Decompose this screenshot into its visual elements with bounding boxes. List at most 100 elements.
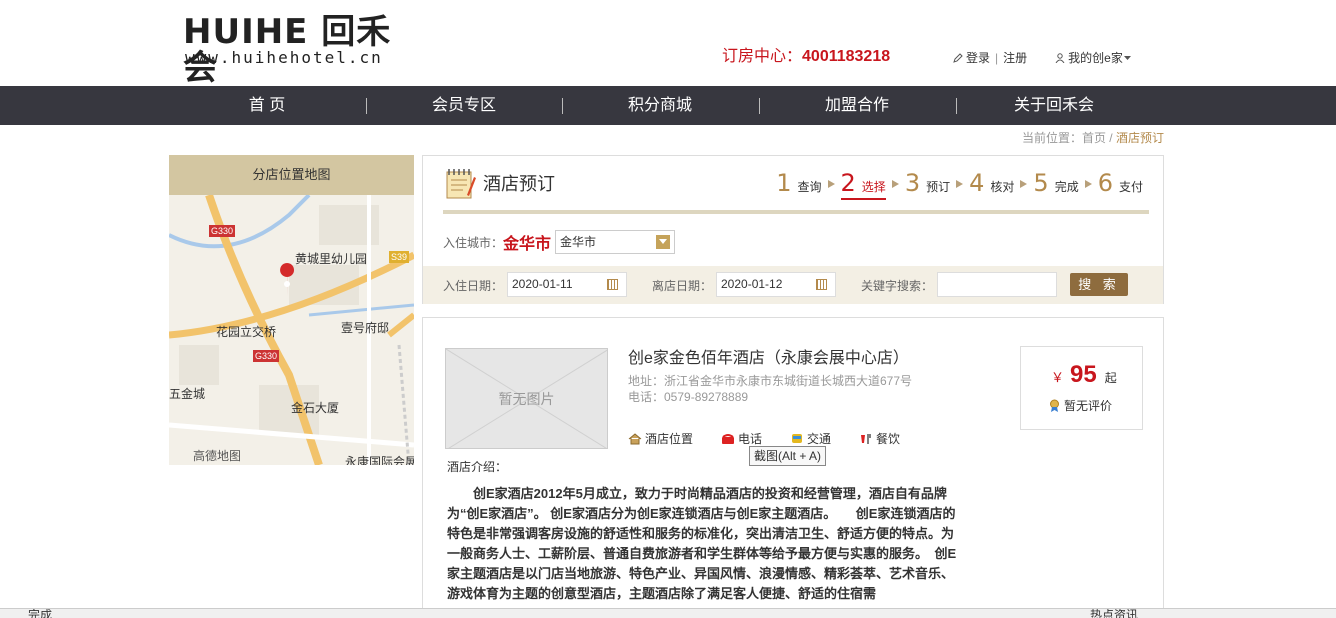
- hotel-location-link[interactable]: 酒店位置: [628, 430, 693, 447]
- rating: 暂无评价: [1049, 397, 1112, 414]
- checkin-date-input[interactable]: 2020-01-11: [507, 272, 627, 297]
- step-number: 1: [776, 169, 792, 197]
- panel-title: 酒店预订: [483, 174, 555, 194]
- calendar-icon[interactable]: [816, 279, 827, 290]
- map-label-jinshi: 金石大厦: [291, 401, 340, 415]
- hotel-card: 暂无图片 创e家金色佰年酒店（永康会展中心店） 地址：浙江省金华市永康市东城街道…: [422, 317, 1164, 618]
- breadcrumb-sep: /: [1105, 131, 1116, 145]
- keyword-label: 关键字搜索：: [861, 279, 934, 293]
- price-currency: ￥: [1051, 370, 1065, 385]
- site-header: HUIHE 回禾会 www.huihehotel.cn 订房中心：4001183…: [0, 0, 1336, 86]
- map-label-kindergarten: 黄城里幼儿园: [295, 252, 368, 266]
- hotel-traffic-link[interactable]: 交通: [790, 430, 831, 447]
- city-select[interactable]: 金华市: [555, 230, 676, 254]
- nav-item-points-mall[interactable]: 积分商城: [562, 86, 758, 125]
- branch-map[interactable]: G330 S39 黄城里幼儿园 花园立交桥 壹号府邸 G330 五金城 金石大厦…: [169, 193, 414, 465]
- checkout-date-value: 2020-01-12: [721, 277, 783, 291]
- caret-down-icon: [1123, 55, 1131, 60]
- my-account-label: 我的创e家: [1068, 51, 1123, 65]
- step-arrow-icon: [827, 180, 835, 188]
- map-label-g330-a: G330: [209, 225, 236, 237]
- hot-news-link[interactable]: 热点资讯: [1090, 609, 1138, 618]
- pencil-icon: [953, 53, 963, 63]
- price-box: ￥ 95 起 暂无评价: [1020, 346, 1143, 430]
- step-number: 6: [1097, 169, 1113, 197]
- map-title: 分店位置地图: [169, 155, 414, 195]
- calendar-icon[interactable]: [607, 279, 618, 290]
- intro-label: 酒店介绍：: [447, 460, 508, 474]
- my-account-menu[interactable]: 我的创e家: [1055, 50, 1131, 66]
- login-link[interactable]: 登录: [966, 50, 990, 66]
- hotel-phone-link[interactable]: 电话: [721, 430, 762, 447]
- booking-step-2: 2 选择: [840, 168, 886, 200]
- nav-item-home[interactable]: 首 页: [169, 86, 365, 125]
- hotel-name[interactable]: 创e家金色佰年酒店（永康会展中心店）: [628, 349, 909, 369]
- city-row: 入住城市： 金华市 金华市: [443, 230, 676, 254]
- breadcrumb-home[interactable]: 首页: [1082, 131, 1106, 145]
- notepad-icon: [446, 169, 476, 199]
- step-label: 核对: [990, 180, 1015, 194]
- map-label-g330-b: G330: [253, 350, 280, 362]
- price: ￥ 95 起: [1051, 361, 1117, 389]
- map-label-fudi: 壹号府邸: [341, 321, 390, 335]
- step-number: 5: [1033, 169, 1049, 197]
- map-label-yongkang-intl: 永康国际会展: [345, 455, 414, 465]
- hotel-address: 地址：浙江省金华市永康市东城街道长城西大道677号: [628, 374, 913, 388]
- step-arrow-icon: [891, 180, 899, 188]
- map-label-amap: 高德地图: [193, 449, 242, 463]
- map-label-interchange: 花园立交桥: [216, 325, 277, 339]
- status-text: 完成: [28, 608, 53, 618]
- main-nav: 首 页 会员专区 积分商城 加盟合作 关于回禾会: [0, 86, 1336, 125]
- booking-step-1: 1 查询: [776, 168, 821, 198]
- browser-status-bar: 完成 热点资讯: [0, 608, 1336, 618]
- site-logo[interactable]: HUIHE 回禾会 www.huihehotel.cn: [183, 14, 413, 86]
- booking-steps: 1 查询 2 选择 3 预订 4 核对 5 完成 6 支付: [770, 168, 1143, 200]
- date-row: 入住日期： 2020-01-11 离店日期： 2020-01-12 关键字搜索：…: [423, 266, 1163, 304]
- phone-icon: [722, 433, 735, 444]
- checkin-date-value: 2020-01-11: [512, 277, 573, 291]
- hotel-search-panel: 酒店预订 1 查询 2 选择 3 预订 4 核对 5 完成 6 支付 入住城市： 金华市 金华市 入住…: [422, 155, 1164, 304]
- search-button[interactable]: 搜 索: [1070, 273, 1128, 296]
- hotel-image-placeholder[interactable]: 暂无图片: [445, 348, 608, 449]
- price-value: 95: [1070, 361, 1097, 388]
- link-divider: |: [995, 51, 999, 65]
- hotel-location-label: 酒店位置: [645, 432, 694, 446]
- title-underline: [443, 210, 1149, 214]
- step-arrow-icon: [1020, 180, 1028, 188]
- step-label: 完成: [1054, 180, 1079, 194]
- step-label: 预订: [926, 180, 951, 194]
- medal-icon: [1050, 399, 1059, 412]
- rating-text: 暂无评价: [1064, 399, 1113, 413]
- screenshot-tooltip: 截图(Alt + A): [749, 446, 827, 466]
- map-label-s39: S39: [389, 251, 410, 263]
- register-link[interactable]: 注册: [1003, 50, 1027, 66]
- city-current: 金华市: [503, 236, 552, 253]
- nav-item-franchise[interactable]: 加盟合作: [759, 86, 955, 125]
- booking-step-6: 6 支付: [1098, 168, 1143, 198]
- user-icon: [1055, 53, 1065, 63]
- nav-item-about[interactable]: 关于回禾会: [956, 86, 1152, 125]
- house-icon: [628, 432, 642, 444]
- hotel-dining-link[interactable]: 餐饮: [859, 430, 900, 447]
- booking-phone: 4001183218: [802, 48, 891, 65]
- booking-step-3: 3 预订: [905, 168, 950, 198]
- nav-item-member[interactable]: 会员专区: [366, 86, 562, 125]
- hotel-phone: 电话：0579-89278889: [628, 390, 749, 404]
- step-label: 选择: [861, 180, 886, 194]
- dining-icon: [861, 433, 871, 444]
- step-number: 4: [969, 169, 985, 197]
- branch-map-panel: 分店位置地图 G330 S39 黄城里幼儿园 花园立交桥 壹号府邸 G330 五…: [169, 155, 414, 465]
- booking-label: 订房中心：: [722, 48, 803, 65]
- price-suffix: 起: [1104, 371, 1117, 385]
- keyword-search-input[interactable]: [937, 272, 1057, 297]
- step-number: 2: [840, 169, 856, 197]
- step-arrow-icon: [1084, 180, 1092, 188]
- city-select-value: 金华市: [560, 235, 597, 249]
- hotel-traffic-label: 交通: [807, 432, 832, 446]
- step-label: 查询: [797, 180, 822, 194]
- hotel-info-links: 酒店位置 电话 交通 餐饮: [628, 430, 928, 447]
- breadcrumb-prefix: 当前位置：: [1021, 131, 1082, 145]
- checkin-label: 入住日期：: [443, 279, 504, 293]
- checkout-date-input[interactable]: 2020-01-12: [716, 272, 836, 297]
- hotel-phone-label: 电话: [738, 432, 763, 446]
